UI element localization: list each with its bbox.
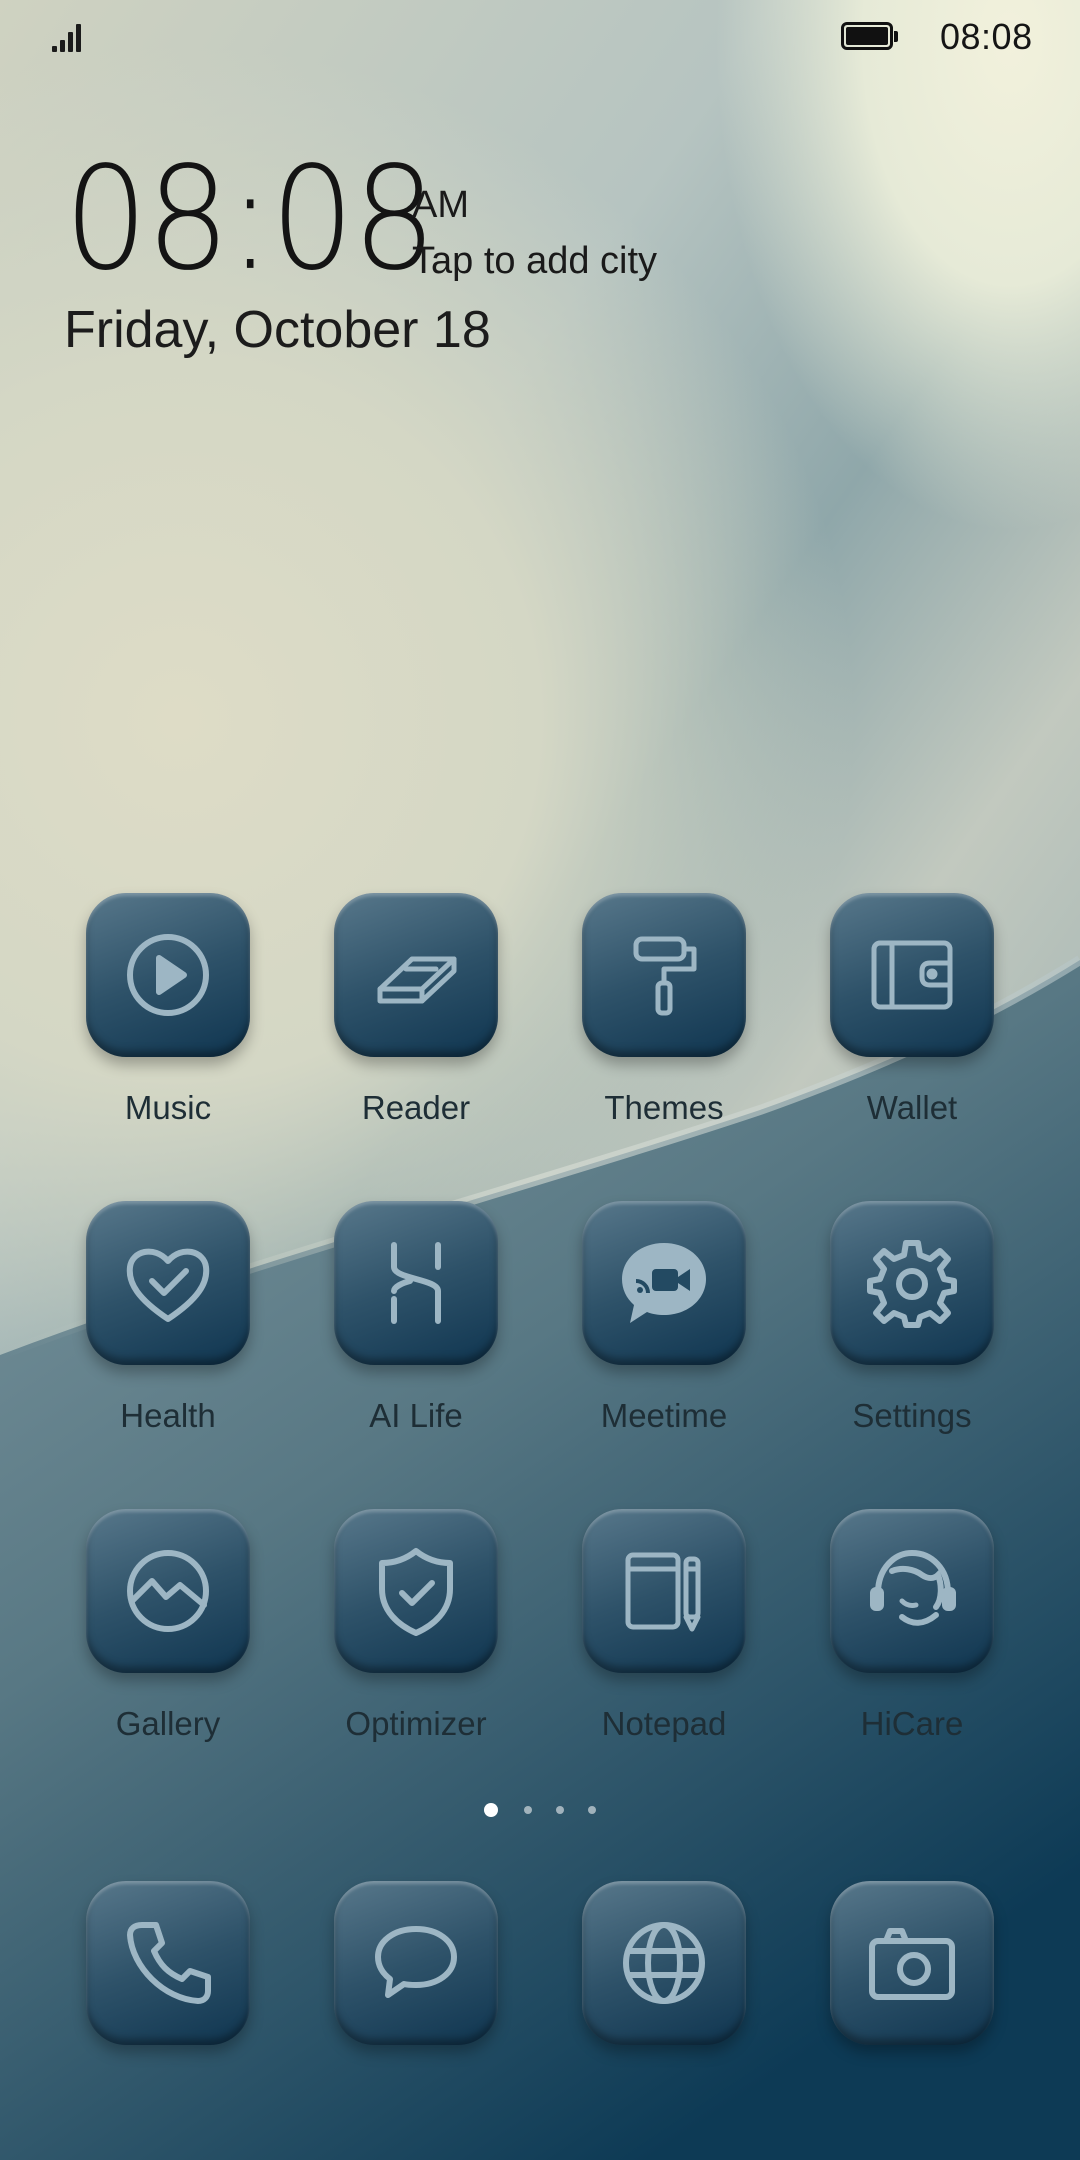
book-icon [377,956,457,1004]
app-tile[interactable] [582,1881,746,2045]
page-dot[interactable] [524,1806,532,1814]
app-hicare[interactable]: HiCare [774,1509,1014,1759]
phone-icon [127,1922,211,2004]
paint-roller-icon [633,936,697,1016]
headset-icon [870,1549,956,1626]
app-label: Meetime [600,1397,728,1434]
app-ai-life[interactable]: AI Life [278,1201,518,1451]
app-tile[interactable] [86,1201,250,1365]
add-city-link[interactable]: Tap to add city [412,240,657,283]
app-wallet[interactable]: Wallet [774,893,1014,1143]
app-reader[interactable]: Reader [278,893,518,1143]
page-dot[interactable] [556,1806,564,1814]
shield-check-icon [379,1548,453,1636]
app-tile[interactable] [830,1201,994,1365]
app-health[interactable]: Health [30,1201,270,1451]
app-tile[interactable] [86,1509,250,1673]
message-icon [375,1926,457,1998]
app-tile[interactable] [830,1881,994,2045]
gallery-icon [127,1550,209,1632]
dock-messages[interactable] [278,1881,518,2131]
app-tile[interactable] [830,1509,994,1673]
app-label: Themes [604,1089,724,1126]
app-label: Gallery [115,1705,221,1742]
app-themes[interactable]: Themes [526,893,766,1143]
status-bar: 08:08 [0,0,1080,76]
app-optimizer[interactable]: Optimizer [278,1509,518,1759]
ai-life-icon [391,1242,441,1324]
video-chat-icon [622,1243,706,1323]
dock-phone[interactable] [30,1881,270,2131]
notepad-icon [625,1552,701,1632]
clock-ampm: AM [412,184,469,226]
dock-browser[interactable] [526,1881,766,2131]
app-label: Wallet [866,1089,958,1126]
dock-camera[interactable] [774,1881,1014,2131]
app-music[interactable]: Music [30,893,270,1143]
app-label: Notepad [601,1705,727,1742]
app-tile[interactable] [334,893,498,1057]
app-label: Settings [852,1397,972,1434]
app-gallery[interactable]: Gallery [30,1509,270,1759]
app-meetime[interactable]: Meetime [526,1201,766,1451]
camera-icon [869,1928,955,2000]
app-tile[interactable] [582,1509,746,1673]
app-label: Optimizer [345,1705,487,1742]
battery-icon [841,22,898,52]
app-settings[interactable]: Settings [774,1201,1014,1451]
app-tile[interactable] [334,1881,498,2045]
page-dot[interactable] [588,1806,596,1814]
app-label: Health [120,1397,216,1434]
app-tile[interactable] [830,893,994,1057]
app-label: HiCare [860,1705,964,1742]
wallet-icon [871,940,953,1010]
page-dot-active[interactable] [484,1803,498,1817]
globe-icon [623,1922,705,2004]
app-tile[interactable] [582,893,746,1057]
app-tile[interactable] [86,1881,250,2045]
gear-icon [867,1240,957,1328]
page-indicator[interactable] [480,1800,600,1820]
heart-check-icon [126,1248,210,1322]
app-label: Music [124,1089,212,1126]
play-icon [127,934,209,1016]
clock-time[interactable]: 08:08 [64,148,436,291]
clock-date[interactable]: Friday, October 18 [64,300,491,360]
app-tile[interactable] [334,1201,498,1365]
signal-icon [52,20,90,52]
app-tile[interactable] [582,1201,746,1365]
app-label: Reader [361,1089,471,1126]
app-tile[interactable] [334,1509,498,1673]
app-tile[interactable] [86,893,250,1057]
app-label: AI Life [369,1397,463,1434]
app-notepad[interactable]: Notepad [526,1509,766,1759]
status-time: 08:08 [940,16,1033,57]
